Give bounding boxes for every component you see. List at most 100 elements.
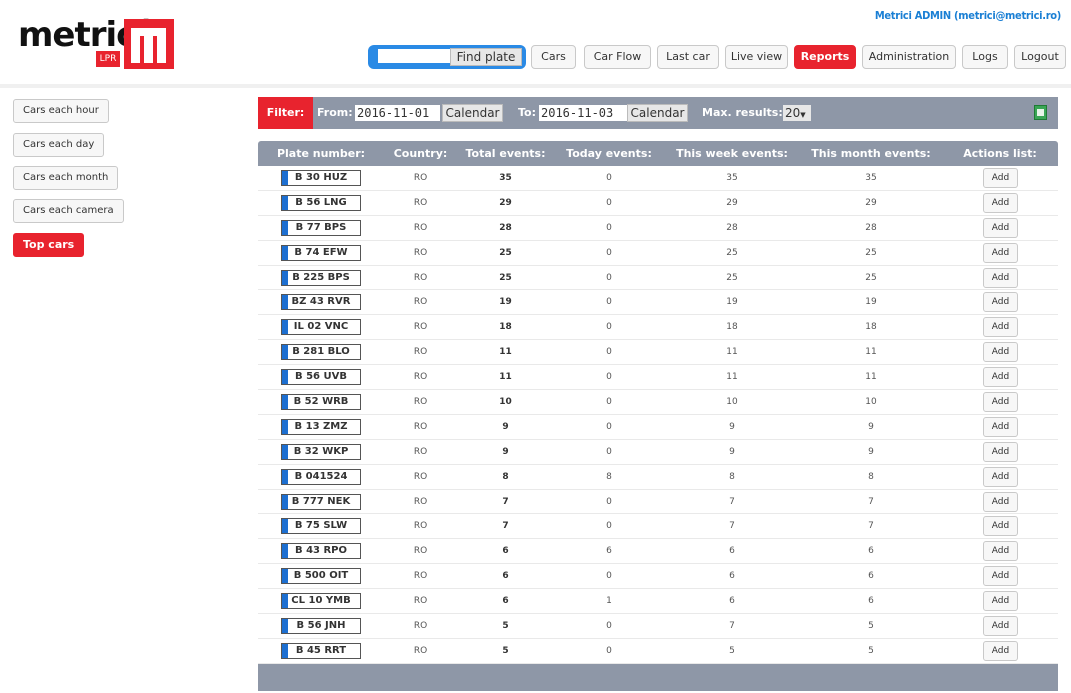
sidebar-top-cars[interactable]: Top cars xyxy=(13,233,85,257)
plate-number[interactable]: B 30 HUZ xyxy=(281,170,361,186)
country-cell: RO xyxy=(413,596,428,607)
nav-reports[interactable]: Reports xyxy=(794,45,856,69)
total-events-cell: 10 xyxy=(499,397,512,408)
table-row: B 77 BPS RO 28 0 28 28 Add xyxy=(258,216,1058,241)
plate-number[interactable]: B 52 WRB xyxy=(281,394,361,411)
to-date-input[interactable]: 2016-11-03 xyxy=(539,105,627,121)
plate-search-input[interactable] xyxy=(378,49,450,63)
add-action-button[interactable]: Add xyxy=(983,591,1018,612)
add-action-button[interactable]: Add xyxy=(983,342,1018,363)
table-row: B 45 RRT RO 5 0 5 5 Add xyxy=(258,639,1058,664)
add-action-button[interactable]: Add xyxy=(983,217,1018,238)
country-cell: RO xyxy=(413,621,428,632)
excel-export-icon[interactable] xyxy=(1034,105,1047,120)
metrici-logo[interactable]: metricí LPR xyxy=(18,14,178,74)
month-events-cell: 6 xyxy=(868,571,874,582)
nav-administration[interactable]: Administration xyxy=(862,45,956,69)
add-action-button[interactable]: Add xyxy=(983,267,1018,288)
plate-number[interactable]: B 500 OIT xyxy=(281,568,361,585)
from-date-input[interactable]: 2016-11-01 xyxy=(355,105,440,121)
month-events-cell: 7 xyxy=(868,521,874,532)
week-events-cell: 18 xyxy=(726,322,738,333)
plate-number[interactable]: B 56 UVB xyxy=(281,369,361,386)
add-action-button[interactable]: Add xyxy=(983,566,1018,587)
plate-number[interactable]: B 777 NEK xyxy=(281,493,361,510)
plate-number[interactable]: BZ 43 RVR xyxy=(281,294,361,311)
sidebar-cars-each-month[interactable]: Cars each month xyxy=(13,166,119,190)
max-results-select[interactable]: 20▼ xyxy=(783,105,811,121)
add-action-button[interactable]: Add xyxy=(983,616,1018,637)
month-events-cell: 25 xyxy=(865,272,877,283)
nav-car-flow[interactable]: Car Flow xyxy=(584,45,651,69)
nav-live-view[interactable]: Live view xyxy=(725,45,788,69)
table-row: B 777 NEK RO 7 0 7 7 Add xyxy=(258,490,1058,515)
today-events-cell: 0 xyxy=(606,222,612,233)
nav-logs[interactable]: Logs xyxy=(962,45,1008,69)
sidebar-cars-each-hour[interactable]: Cars each hour xyxy=(13,99,109,123)
add-action-button[interactable]: Add xyxy=(983,516,1018,537)
plate-number[interactable]: B 43 RPO xyxy=(281,543,361,560)
total-events-cell: 9 xyxy=(502,446,509,457)
add-action-button[interactable]: Add xyxy=(983,441,1018,462)
week-events-cell: 6 xyxy=(729,546,735,557)
plate-number[interactable]: B 56 JNH xyxy=(281,618,361,635)
table-row: B 75 SLW RO 7 0 7 7 Add xyxy=(258,514,1058,540)
plate-text: B 281 BLO xyxy=(292,346,350,358)
plate-number[interactable]: B 75 SLW xyxy=(281,518,361,535)
plate-eu-strip xyxy=(282,619,288,634)
nav-logout[interactable]: Logout xyxy=(1014,45,1066,69)
plate-number[interactable]: B 225 BPS xyxy=(281,269,361,286)
add-action-button[interactable]: Add xyxy=(983,541,1018,562)
plate-number[interactable]: B 13 ZMZ xyxy=(281,418,361,435)
add-action-button[interactable]: Add xyxy=(983,392,1018,413)
add-action-button[interactable]: Add xyxy=(983,640,1018,661)
add-action-button[interactable]: Add xyxy=(983,317,1018,338)
today-events-cell: 0 xyxy=(606,272,612,283)
table-row: B 13 ZMZ RO 9 0 9 9 Add xyxy=(258,415,1058,440)
today-events-cell: 0 xyxy=(606,521,612,532)
plate-text: B 74 EFW xyxy=(294,246,348,258)
plate-number[interactable]: B 74 EFW xyxy=(281,244,361,261)
sidebar-cars-each-day[interactable]: Cars each day xyxy=(13,133,105,157)
table-row: BZ 43 RVR RO 19 0 19 19 Add xyxy=(258,290,1058,316)
plate-number[interactable]: B 45 RRT xyxy=(281,642,361,659)
country-cell: RO xyxy=(413,222,428,233)
plate-number[interactable]: B 041524 xyxy=(281,468,361,485)
plate-text: B 45 RRT xyxy=(295,644,347,656)
sidebar-cars-each-camera[interactable]: Cars each camera xyxy=(13,199,124,223)
user-account-link[interactable]: Metrici ADMIN (metrici@metrici.ro) xyxy=(875,9,1061,22)
add-action-button[interactable]: Add xyxy=(983,242,1018,263)
max-results-label: Max. results: xyxy=(702,106,783,119)
nav-last-car[interactable]: Last car xyxy=(657,45,719,69)
add-action-button[interactable]: Add xyxy=(983,367,1018,388)
plate-number[interactable]: CL 10 YMB xyxy=(281,593,361,610)
add-action-button[interactable]: Add xyxy=(983,466,1018,487)
week-events-cell: 7 xyxy=(729,496,735,507)
total-events-cell: 29 xyxy=(499,197,512,208)
add-action-button[interactable]: Add xyxy=(983,491,1018,512)
table-row: B 041524 RO 8 8 8 8 Add xyxy=(258,465,1058,490)
col-week-events: This week events: xyxy=(676,147,788,160)
add-action-button[interactable]: Add xyxy=(983,416,1018,437)
plate-number[interactable]: B 77 BPS xyxy=(281,219,361,236)
total-events-cell: 11 xyxy=(499,372,512,383)
plate-number[interactable]: IL 02 VNC xyxy=(281,319,361,336)
nav-cars[interactable]: Cars xyxy=(531,45,576,69)
month-events-cell: 18 xyxy=(865,322,877,333)
add-action-button[interactable]: Add xyxy=(983,292,1018,313)
plate-number[interactable]: B 56 LNG xyxy=(281,194,361,211)
total-events-cell: 5 xyxy=(502,621,509,632)
from-calendar-button[interactable]: Calendar xyxy=(442,104,503,122)
plate-number[interactable]: B 32 WKP xyxy=(281,443,361,460)
week-events-cell: 28 xyxy=(726,222,738,233)
plate-number[interactable]: B 281 BLO xyxy=(281,344,361,361)
find-plate-button[interactable]: Find plate xyxy=(450,48,522,66)
total-events-cell: 9 xyxy=(502,421,509,432)
add-action-button[interactable]: Add xyxy=(983,192,1018,213)
country-cell: RO xyxy=(413,421,428,432)
plate-search-box: Find plate xyxy=(368,45,526,69)
add-action-button[interactable]: Add xyxy=(983,168,1018,188)
total-events-cell: 18 xyxy=(499,322,512,333)
to-calendar-button[interactable]: Calendar xyxy=(627,104,688,122)
from-label: From: xyxy=(317,106,353,119)
